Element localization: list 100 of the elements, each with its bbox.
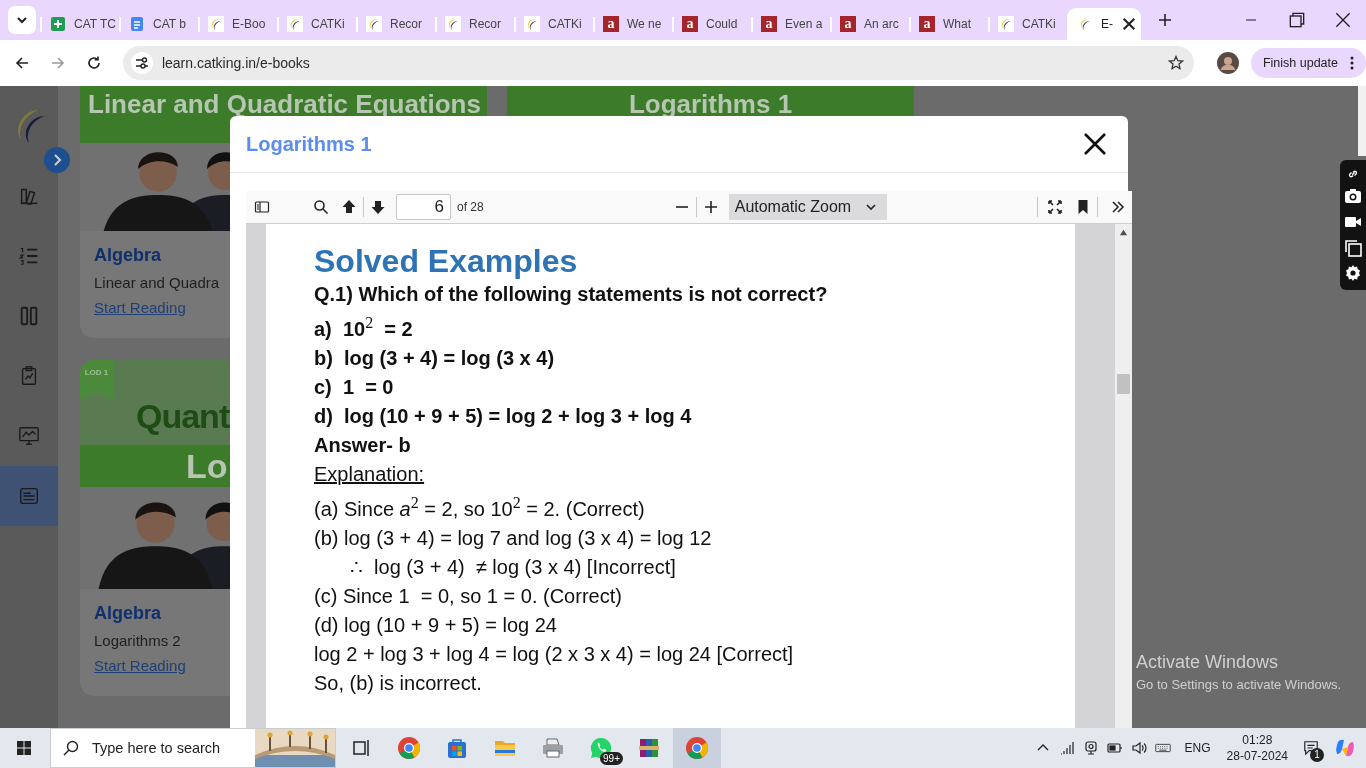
archive-books-icon <box>637 736 661 760</box>
assistant-icon[interactable] <box>1334 737 1356 759</box>
down-arrow-icon <box>370 199 386 215</box>
card-subject: Algebra <box>94 603 162 624</box>
crescent-logo-icon <box>287 16 303 32</box>
activation-message: Go to Settings to activate Windows. <box>1136 677 1342 692</box>
windows-logo-icon <box>16 740 32 756</box>
browser-tab[interactable]: Recor <box>356 8 435 40</box>
columns-icon <box>18 305 40 327</box>
back-arrow-icon <box>14 55 30 71</box>
search-icon <box>313 199 329 215</box>
text-line: c) 1 = 0 <box>314 375 395 400</box>
close-icon <box>1082 131 1108 157</box>
crescent-logo-icon <box>445 16 461 32</box>
letter-logo: a <box>840 16 856 32</box>
clock[interactable]: 01:28 28-07-2024 <box>1226 732 1288 764</box>
page-heading: Solved Examples <box>314 242 579 280</box>
taskbar-button[interactable]: 99+ <box>577 728 625 768</box>
monitor-icon <box>18 425 40 447</box>
pdf-scrollbar[interactable] <box>1114 224 1132 728</box>
scrollbar-thumb[interactable] <box>1358 86 1366 156</box>
site-settings-icon <box>133 55 150 71</box>
activation-title: Activate Windows <box>1136 652 1280 673</box>
minimize-icon <box>1246 19 1256 21</box>
browser-tab[interactable]: a We ne <box>593 8 672 40</box>
expand-sidebar-button[interactable] <box>44 147 70 173</box>
minus-icon <box>675 206 688 208</box>
double-chevron-right-icon <box>1109 199 1126 215</box>
finish-update-button[interactable]: Finish update <box>1250 48 1366 78</box>
browser-tab[interactable]: CATKi <box>514 8 593 40</box>
sidebar-toggle-icon <box>254 199 270 215</box>
crescent-logo-icon <box>524 16 540 32</box>
message-icon <box>1303 740 1319 756</box>
crescent-logo-icon <box>366 16 382 32</box>
search-icon <box>63 740 79 756</box>
text-line: ∴ log (3 + 4) ≠ log (3 x 4) [Incorrect] <box>349 555 677 580</box>
crescent-logo-icon <box>998 16 1014 32</box>
text-line: log 2 + log 3 + log 4 = log (2 x 3 x 4) = log 24 [Correct] <box>314 642 795 667</box>
browser-tab[interactable]: CATKi <box>988 8 1067 40</box>
close-icon[interactable] <box>1121 16 1137 32</box>
forward-arrow-icon <box>49 55 66 71</box>
reload-icon <box>85 55 102 71</box>
text-line: d) log (10 + 9 + 5) = log 2 + log 3 + log 4 <box>314 404 693 429</box>
document-icon <box>129 16 145 32</box>
browser-tab[interactable]: E- <box>1067 8 1141 40</box>
letter-logo: a <box>603 16 619 32</box>
browser-icon <box>685 736 709 760</box>
browser-tab[interactable]: E-Boo <box>198 8 277 40</box>
ebook-icon <box>18 485 40 507</box>
close-icon <box>1335 12 1351 28</box>
settings-icon[interactable] <box>1344 264 1362 283</box>
browser-tab[interactable]: a Could <box>672 8 751 40</box>
speaker-icon[interactable] <box>1130 740 1147 756</box>
webcam-icon[interactable] <box>1082 740 1099 756</box>
text-line: So, (b) is incorrect. <box>314 671 483 696</box>
card-subject: Algebra <box>94 245 162 266</box>
spreadsheet-icon <box>50 16 66 32</box>
bookmark-star-icon[interactable] <box>1167 55 1184 71</box>
card-header-title: Linear and Quadratic Equations <box>88 89 481 119</box>
tab-list-button[interactable] <box>8 6 36 34</box>
network-icon[interactable] <box>1058 740 1075 756</box>
text-line: Q.1) Which of the following statements is not correct? <box>314 282 829 307</box>
fullscreen-icon <box>1046 199 1063 215</box>
language-indicator[interactable]: ENG <box>1184 741 1211 755</box>
level-ribbon: LOD 1 <box>80 360 113 400</box>
list-icon <box>18 245 40 267</box>
page-number-field[interactable]: 6 <box>396 194 451 220</box>
text-line: (c) Since 1 = 0, so 1 = 0. (Correct) <box>314 584 623 609</box>
taskbar-search-field[interactable]: Type here to search <box>50 728 336 768</box>
zoom-select[interactable]: Automatic Zoom <box>728 194 887 220</box>
browser-tab[interactable]: a What <box>909 8 988 40</box>
browser-tab[interactable]: a Even a <box>751 8 830 40</box>
text-line: b) log (3 + 4) = log (3 x 4) <box>314 346 556 371</box>
text-line: a) 10$^{2}$ = 2 <box>314 315 414 342</box>
card-title: Linear and Quadra <box>94 274 220 291</box>
windows-stack-icon[interactable] <box>1344 238 1362 257</box>
card-banner-title: Quant <box>136 396 230 436</box>
battery-icon[interactable] <box>1106 740 1123 756</box>
store-bag-icon <box>445 736 469 760</box>
notifications-button[interactable]: 1 <box>1296 728 1326 768</box>
browser-tab[interactable]: Recor <box>435 8 514 40</box>
letter-logo: a <box>682 16 698 32</box>
scroll-up-icon <box>1118 228 1128 237</box>
taskbar-button[interactable] <box>673 728 721 768</box>
card-title: Logarithms 2 <box>94 632 181 649</box>
text-line: (d) log (10 + 9 + 5) = log 24 <box>314 613 558 638</box>
text-line: Explanation: <box>314 462 426 487</box>
browser-tab[interactable]: CAT b <box>119 8 198 40</box>
page-count: of 28 <box>457 200 484 214</box>
text-line: (b) log (3 + 4) = log 7 and log (3 x 4) = log 12 <box>314 526 713 551</box>
crescent-logo-icon <box>208 16 224 32</box>
browser-tab[interactable]: CAT TC <box>40 8 119 40</box>
browser-tab[interactable]: CATKi <box>277 8 356 40</box>
count-badge: 99+ <box>600 752 623 765</box>
browser-tab[interactable]: a An arc <box>830 8 909 40</box>
camera-icon[interactable] <box>1344 187 1362 206</box>
avatar-icon[interactable] <box>1216 52 1239 74</box>
address-field[interactable]: learn.catking.in/e-books <box>122 46 1194 80</box>
scrollbar-thumb[interactable] <box>1116 374 1130 394</box>
browser-icon <box>397 736 421 760</box>
